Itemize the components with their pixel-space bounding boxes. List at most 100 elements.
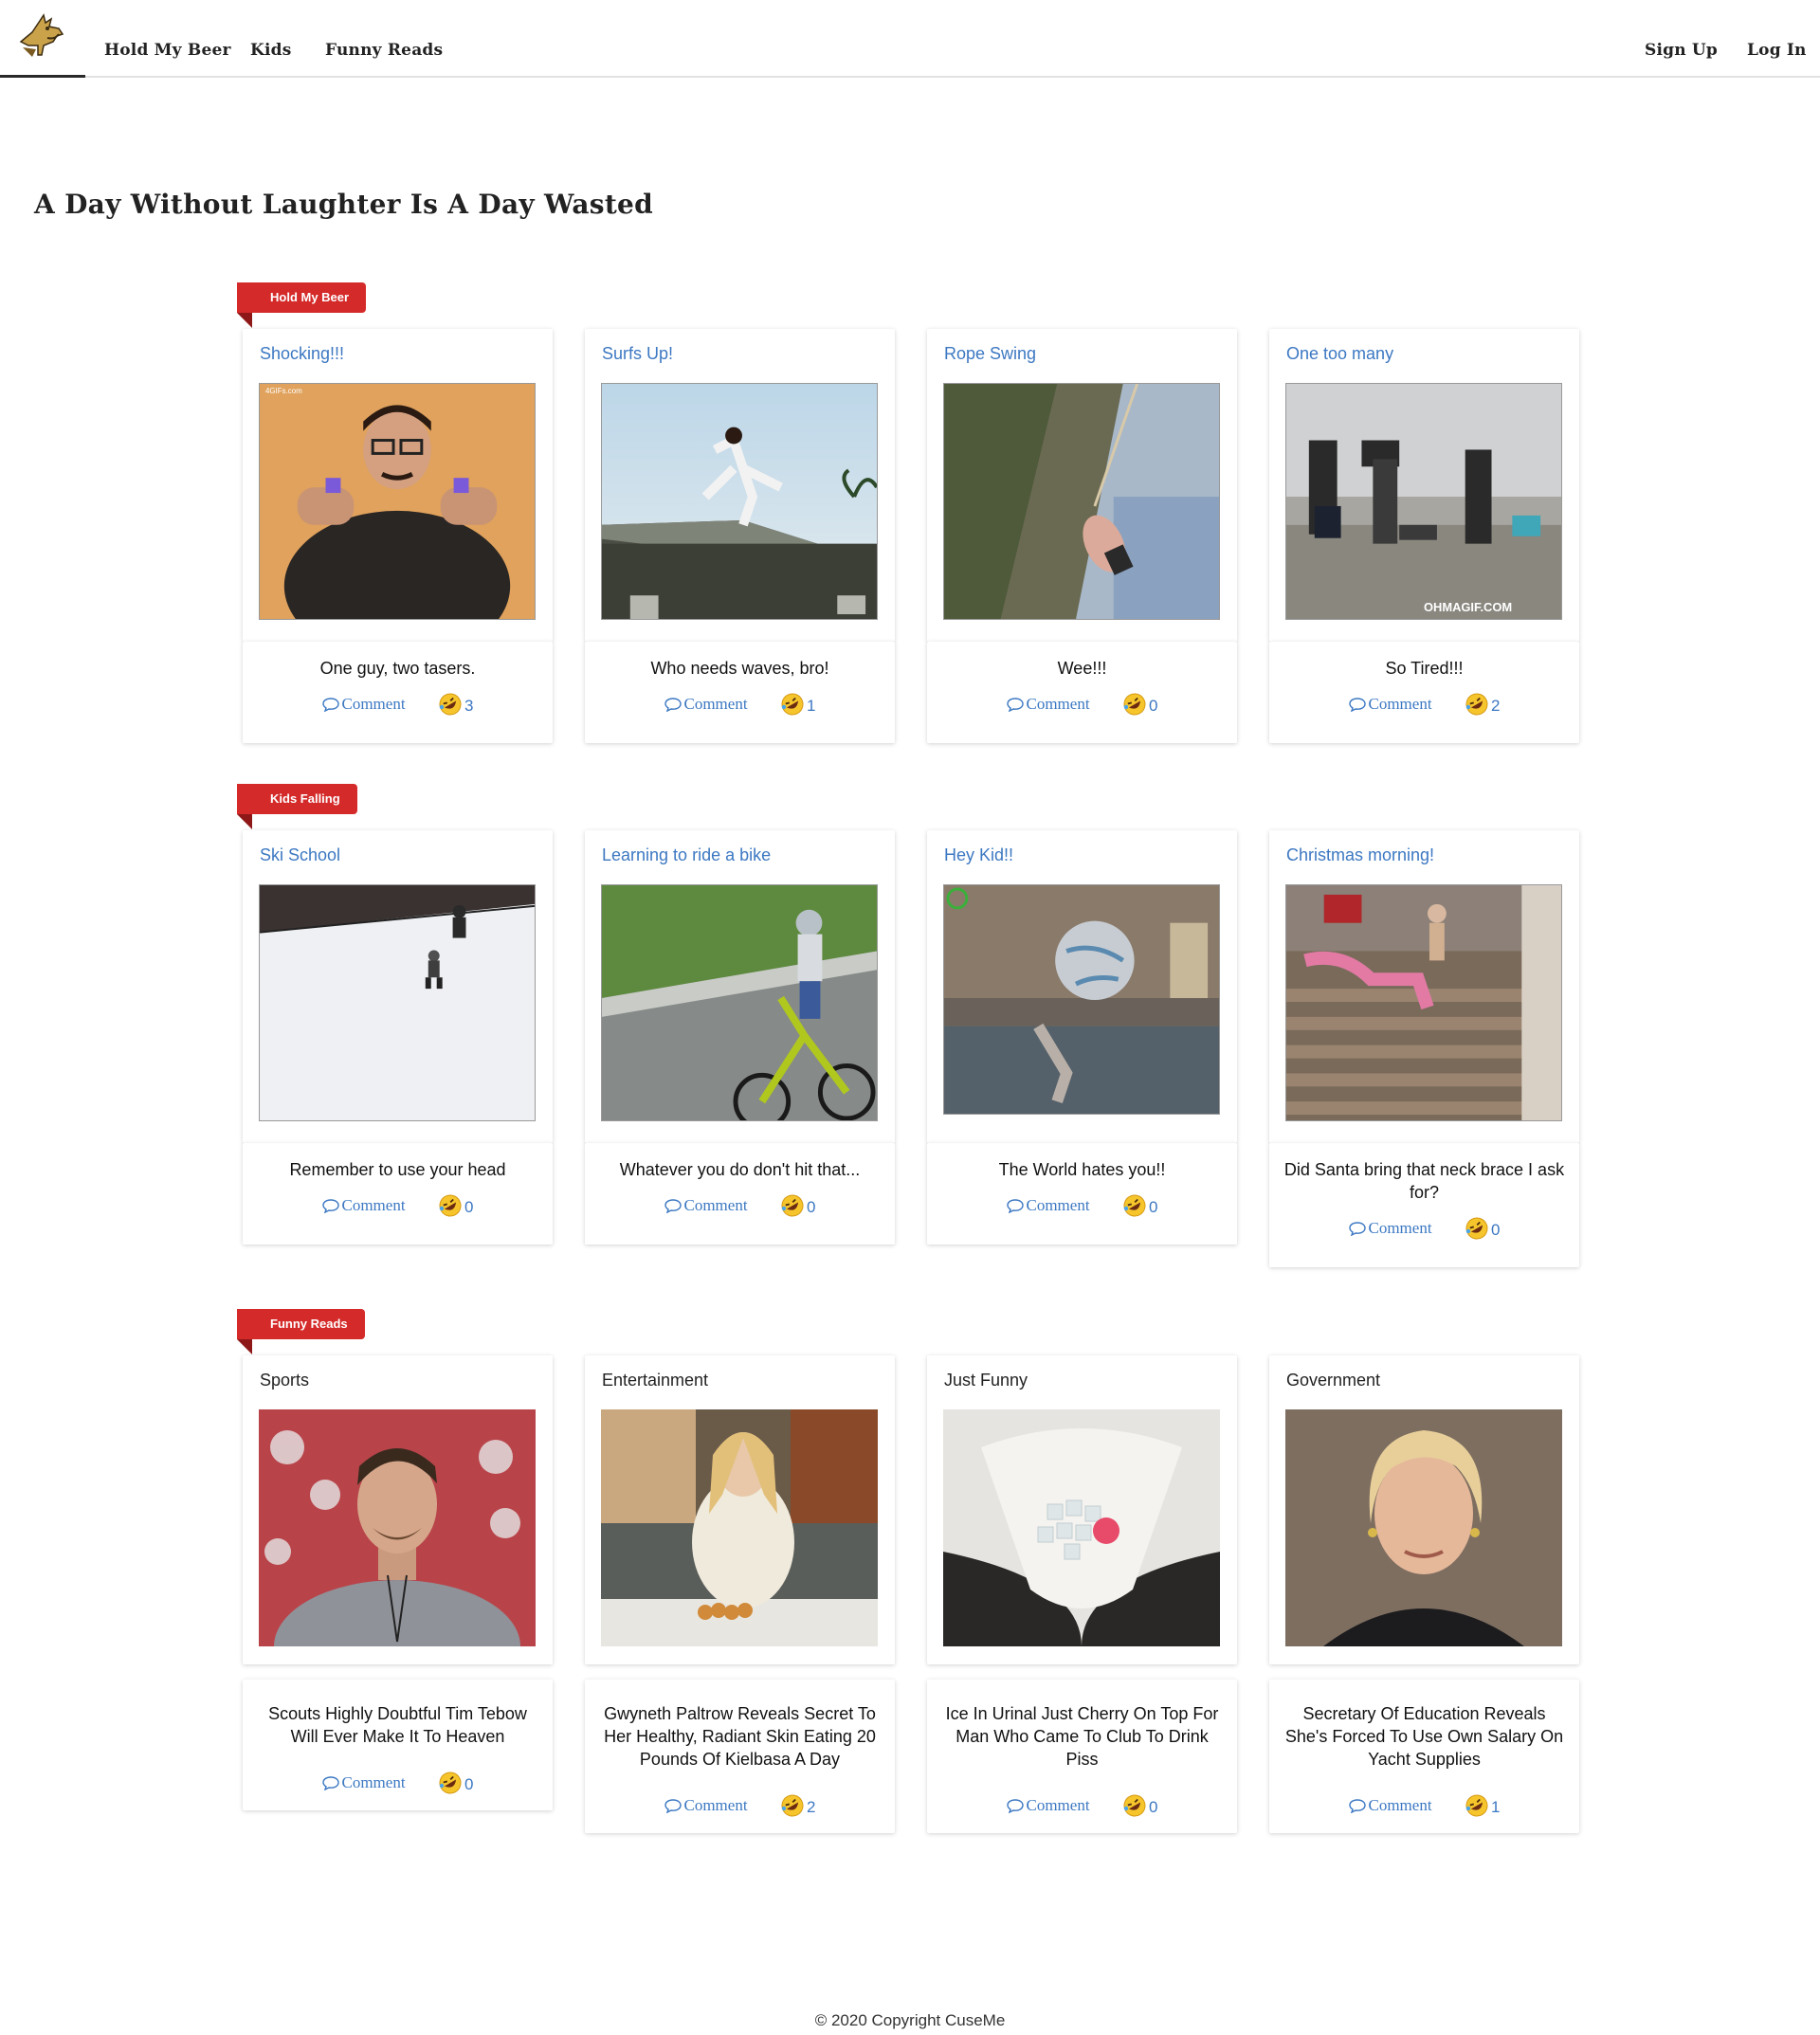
roof-jump-image <box>602 384 877 619</box>
site-logo[interactable] <box>0 0 85 78</box>
post-actions: Comment 2 <box>585 1793 895 1818</box>
post-title[interactable]: Shocking!!! <box>260 344 344 364</box>
article-headline[interactable]: Ice In Urinal Just Cherry On Top For Man… <box>938 1702 1226 1771</box>
urinal-ice-image <box>943 1409 1220 1646</box>
post-gif[interactable] <box>943 884 1220 1115</box>
post-actions: Comment 0 <box>243 1771 553 1795</box>
article-image[interactable] <box>259 1409 536 1646</box>
article-headline[interactable]: Secretary Of Education Reveals She's For… <box>1281 1702 1568 1771</box>
post-title[interactable]: Rope Swing <box>944 344 1036 364</box>
article-card-footer: Secretary Of Education Reveals She's For… <box>1269 1680 1579 1833</box>
post-gif[interactable] <box>1285 884 1562 1121</box>
post-card: One too many OHMAGIF.COM <box>1269 329 1579 642</box>
article-category[interactable]: Entertainment <box>602 1371 708 1390</box>
comment-button[interactable]: Comment <box>321 1196 406 1215</box>
speech-bubble-icon <box>321 1776 339 1791</box>
laugh-reaction-button[interactable]: 0 <box>1122 1193 1157 1218</box>
speech-bubble-icon <box>1348 1799 1366 1814</box>
article-image[interactable] <box>601 1409 878 1646</box>
laugh-count: 0 <box>464 1775 474 1793</box>
speech-bubble-icon <box>664 1199 682 1214</box>
post-title[interactable]: Surfs Up! <box>602 344 673 364</box>
post-title[interactable]: One too many <box>1286 344 1393 364</box>
post-gif[interactable] <box>943 383 1220 620</box>
post-card-footer: The World hates you!! Comment 0 <box>927 1143 1237 1245</box>
post-card-footer: Remember to use your head Comment 0 <box>243 1143 553 1245</box>
post-title[interactable]: Christmas morning! <box>1286 845 1434 865</box>
rofl-emoji-icon <box>781 1794 804 1817</box>
article-image[interactable] <box>1285 1409 1562 1646</box>
article-card: Just Funny <box>927 1355 1237 1664</box>
laugh-count: 0 <box>1491 1221 1501 1239</box>
speech-bubble-icon <box>1348 1222 1366 1237</box>
rofl-emoji-icon <box>1465 1794 1488 1817</box>
copyright-footer: © 2020 Copyright CuseMe <box>814 2011 1006 2029</box>
rofl-emoji-icon <box>1465 1217 1488 1240</box>
laugh-reaction-button[interactable]: 2 <box>780 1793 815 1818</box>
laugh-reaction-button[interactable]: 0 <box>780 1193 815 1218</box>
post-title[interactable]: Learning to ride a bike <box>602 845 771 865</box>
post-caption: One guy, two tasers. <box>319 659 476 678</box>
post-gif[interactable] <box>259 884 536 1121</box>
post-gif[interactable]: 4GIFs.com <box>259 383 536 620</box>
comment-button[interactable]: Comment <box>1006 1196 1090 1215</box>
article-image[interactable] <box>943 1409 1220 1646</box>
laugh-count: 2 <box>807 1798 816 1816</box>
nav-link-funny-reads[interactable]: Funny Reads <box>325 41 443 60</box>
post-actions: Comment 0 <box>927 1793 1237 1818</box>
post-title[interactable]: Ski School <box>260 845 340 865</box>
laugh-reaction-button[interactable]: 3 <box>438 692 473 717</box>
post-card: Rope Swing <box>927 329 1237 642</box>
comment-button[interactable]: Comment <box>1348 1219 1432 1238</box>
comment-button[interactable]: Comment <box>1348 1796 1432 1815</box>
comment-button[interactable]: Comment <box>1006 695 1090 714</box>
nav-link-hold-my-beer[interactable]: Hold My Beer <box>104 41 231 60</box>
post-card: Learning to ride a bike <box>585 830 895 1143</box>
post-card-footer: So Tired!!! Comment 2 <box>1269 642 1579 743</box>
post-gif[interactable] <box>601 884 878 1121</box>
comment-button[interactable]: Comment <box>664 695 748 714</box>
rofl-emoji-icon <box>781 693 804 716</box>
section-label-funny-reads: Funny Reads <box>237 1309 365 1354</box>
comment-button[interactable]: Comment <box>664 1196 748 1215</box>
laugh-reaction-button[interactable]: 0 <box>1122 692 1157 717</box>
article-category[interactable]: Sports <box>260 1371 309 1390</box>
post-actions: Comment 2 <box>1269 692 1579 717</box>
laugh-reaction-button[interactable]: 0 <box>438 1193 473 1218</box>
post-gif[interactable] <box>601 383 878 620</box>
nav-link-kids[interactable]: Kids <box>250 41 292 60</box>
comment-button[interactable]: Comment <box>1006 1796 1090 1815</box>
article-card: Sports <box>243 1355 553 1664</box>
post-title[interactable]: Hey Kid!! <box>944 845 1013 865</box>
comment-button[interactable]: Comment <box>664 1796 748 1815</box>
speech-bubble-icon <box>1348 698 1366 713</box>
post-actions: Comment 0 <box>927 1193 1237 1218</box>
laugh-reaction-button[interactable]: 1 <box>780 692 815 717</box>
laugh-reaction-button[interactable]: 0 <box>1122 1793 1157 1818</box>
rofl-emoji-icon <box>1123 1794 1146 1817</box>
article-category[interactable]: Government <box>1286 1371 1380 1390</box>
post-actions: Comment 3 <box>243 692 553 717</box>
article-headline[interactable]: Gwyneth Paltrow Reveals Secret To Her He… <box>596 1702 883 1771</box>
log-in-link[interactable]: Log In <box>1747 41 1807 60</box>
post-actions: Comment 0 <box>927 692 1237 717</box>
speech-bubble-icon <box>321 1199 339 1214</box>
laugh-reaction-button[interactable]: 0 <box>438 1771 473 1795</box>
sign-up-link[interactable]: Sign Up <box>1645 41 1718 60</box>
laugh-reaction-button[interactable]: 1 <box>1465 1793 1500 1818</box>
laugh-reaction-button[interactable]: 2 <box>1465 692 1500 717</box>
post-card: Shocking!!! 4GIFs.com <box>243 329 553 642</box>
post-caption: Wee!!! <box>1057 659 1107 678</box>
post-caption: Did Santa bring that neck brace I ask fo… <box>1283 1160 1565 1202</box>
laugh-count: 0 <box>464 1198 474 1216</box>
laugh-reaction-button[interactable]: 0 <box>1465 1216 1500 1241</box>
article-category[interactable]: Just Funny <box>944 1371 1028 1390</box>
post-caption: Who needs waves, bro! <box>650 659 829 678</box>
comment-button[interactable]: Comment <box>1348 695 1432 714</box>
post-gif[interactable]: OHMAGIF.COM <box>1285 383 1562 620</box>
post-caption: Remember to use your head <box>289 1160 506 1179</box>
post-card: Surfs Up! <box>585 329 895 642</box>
article-headline[interactable]: Scouts Highly Doubtful Tim Tebow Will Ev… <box>254 1702 541 1748</box>
comment-button[interactable]: Comment <box>321 1773 406 1792</box>
comment-button[interactable]: Comment <box>321 695 406 714</box>
